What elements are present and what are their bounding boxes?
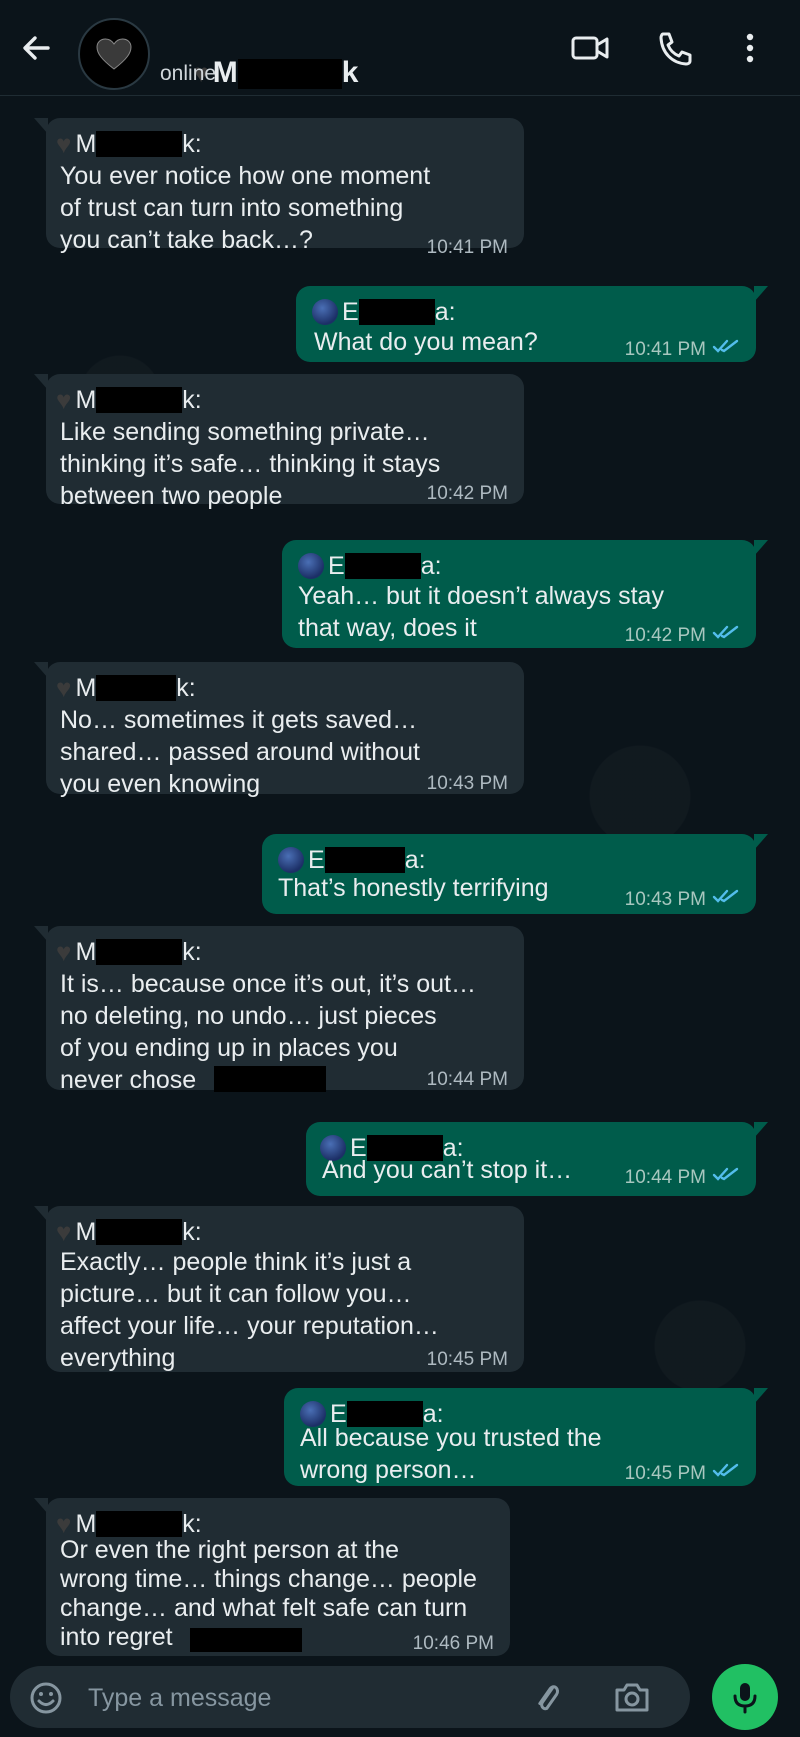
message-text: That’s honestly terrifying [278,874,549,902]
message-outgoing[interactable]: Ea: All because you trusted the wrong pe… [284,1388,768,1486]
redaction [96,387,183,413]
emoji-icon[interactable] [28,1680,64,1716]
phone-call-icon[interactable] [654,28,698,68]
sender-name: Ea: [298,550,442,582]
heart-icon: ♥ [56,129,72,159]
redaction [358,299,435,325]
back-arrow-icon[interactable] [16,28,56,68]
message-incoming[interactable]: ♥ Mk: Exactly… people think it’s just a p… [34,1206,524,1372]
message-text: Exactly… people think it’s just a pictur… [60,1248,439,1372]
redacted-emoji [214,1066,326,1092]
redaction [96,1219,183,1245]
sender-name: Ea: [312,296,456,328]
message-time: 10:41 PM [624,339,706,360]
chat-header: ♥ Mk online [0,0,800,96]
message-incoming[interactable]: ♥ Mk: Like sending something private… thi… [34,374,524,510]
message-time: 10:46 PM [412,1633,494,1654]
redaction [96,939,183,965]
read-receipt-icon [712,339,739,353]
heart-icon: ♥ [56,673,72,703]
globe-icon [298,553,324,579]
message-time: 10:44 PM [426,1069,508,1090]
message-input[interactable] [86,1679,510,1717]
sender-name: ♥ Mk: [56,937,202,967]
message-time: 10:41 PM [426,237,508,258]
heart-icon: ♥ [56,385,72,415]
globe-icon [278,847,304,873]
sender-name: ♥ Mk: [56,385,202,415]
message-text: What do you mean? [314,328,538,356]
voice-message-button[interactable] [712,1664,778,1730]
message-time: 10:43 PM [624,889,706,910]
message-time: 10:42 PM [426,483,508,504]
camera-icon[interactable] [612,1680,652,1714]
sender-name: ♥ Mk: [56,673,196,703]
mic-icon [733,1683,757,1714]
redacted-emoji [190,1628,302,1652]
message-text: All because you trusted the wrong person… [300,1424,602,1484]
message-incoming[interactable]: ♥ Mk: You ever notice how one moment of t… [34,118,524,258]
read-receipt-icon [712,625,739,639]
redaction [96,131,183,157]
message-outgoing[interactable]: Ea: Yeah… but it doesn’t always stay tha… [282,540,768,648]
message-outgoing[interactable]: Ea: And you can’t stop it… 10:44 PM [306,1122,768,1196]
message-time: 10:44 PM [624,1167,706,1188]
composer-bar [0,1662,800,1737]
redaction [324,847,405,873]
sender-name: ♥ Mk: [56,129,202,159]
redaction [237,59,342,90]
heart-icon: ♥ [56,937,72,967]
message-time: 10:42 PM [624,625,706,646]
redaction [96,675,177,701]
video-call-icon[interactable] [569,28,613,68]
message-time: 10:43 PM [426,773,508,794]
read-receipt-icon [712,1167,739,1181]
chat-area[interactable]: ♥ Mk: You ever notice how one moment of t… [0,96,800,1662]
message-text: And you can’t stop it… [322,1156,573,1184]
message-composer[interactable] [10,1666,690,1728]
attach-icon[interactable] [530,1679,566,1717]
more-options-icon[interactable] [728,28,772,68]
read-receipt-icon [712,1463,739,1477]
message-time: 10:45 PM [426,1349,508,1370]
heart-icon: ♥ [56,1217,72,1247]
sender-name: ♥ Mk: [56,1217,202,1247]
redaction [96,1511,183,1537]
message-text: No… sometimes it gets saved… shared… pas… [60,706,420,798]
message-text: Yeah… but it doesn’t always stay that wa… [298,582,664,642]
read-receipt-icon [712,889,739,903]
heart-icon [96,38,132,70]
redaction [344,553,421,579]
globe-icon [312,299,338,325]
message-outgoing[interactable]: Ea: That’s honestly terrifying 10:43 PM [262,834,768,914]
message-incoming[interactable]: ♥ Mk: Or even the right person at the wro… [34,1498,510,1656]
contact-status: online [160,62,217,85]
message-text: You ever notice how one moment of trust … [60,162,431,254]
message-text: Like sending something private… thinking… [60,418,441,510]
message-incoming[interactable]: ♥ Mk: No… sometimes it gets saved… shared… [34,662,524,798]
message-outgoing[interactable]: Ea: What do you mean? 10:41 PM [296,286,768,362]
message-time: 10:45 PM [624,1463,706,1484]
avatar[interactable] [78,18,150,90]
message-incoming[interactable]: ♥ Mk: It is… because once it’s out, it’s … [34,926,524,1094]
